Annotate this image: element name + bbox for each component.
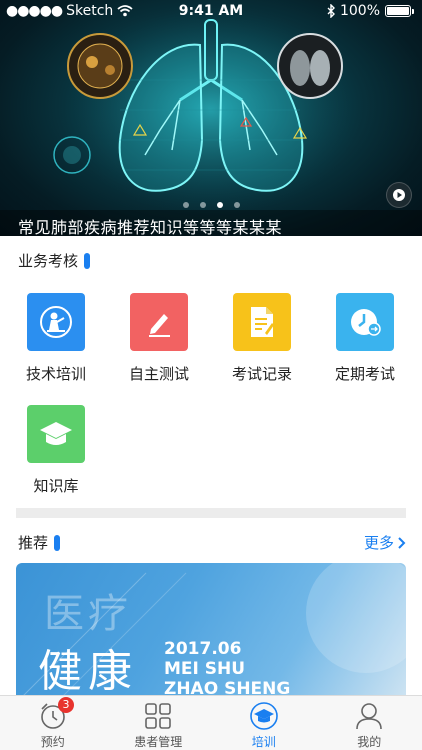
carousel-dot[interactable] [182,202,189,208]
section-marker [54,534,61,551]
tab-patient-management[interactable]: 患者管理 [106,696,212,750]
more-link[interactable]: 更多 [364,532,406,553]
card-date: 2017.06 [164,639,242,659]
document-icon [233,293,291,351]
tab-training[interactable]: 培训 [211,696,317,750]
self-test-label: 自主测试 [128,365,189,383]
graduation-cap-icon [27,405,85,463]
tab-bar: 3 预约 患者管理 培训 我的 [0,695,422,750]
self-test-button[interactable]: 自主测试 [109,293,209,384]
business-section-title: 业务考核 [18,250,91,271]
card-headline-bottom: 健康 [38,646,138,697]
recommend-card[interactable]: 医疗 健康 2017.06 MEI SHU ZHAO SHENG [16,563,406,703]
tab-label: 我的 [357,735,382,749]
chevron-right-icon [398,536,406,549]
battery-icon [385,5,411,17]
section-marker [84,252,91,269]
knowledge-base-label: 知识库 [33,477,79,495]
banner-carousel[interactable]: ●●●●● Sketch 9:41 AM 100% 常见肺部疾病推荐知识等等等某… [0,0,422,236]
carousel-dot[interactable] [233,202,240,208]
grid-icon [145,703,172,729]
bluetooth-icon [327,4,335,18]
scheduled-exam-button[interactable]: 定期考试 [315,293,415,384]
knowledge-base-button[interactable]: 知识库 [6,405,106,496]
recommend-section-title: 推荐 [18,532,61,553]
scheduled-exam-label: 定期考试 [334,365,395,383]
battery-percent: 100% [339,3,380,19]
trainer-icon [27,293,85,351]
graduation-cap-icon [249,702,278,730]
carousel-dot-active[interactable] [216,202,223,208]
tab-label: 培训 [251,735,276,749]
clock-icon [336,293,394,351]
exam-records-label: 考试记录 [231,365,292,383]
play-video-button[interactable] [386,182,412,208]
user-icon [356,703,383,730]
tab-label: 预约 [40,735,65,749]
card-headline-top: 医疗 [44,591,132,637]
lung-illustration [53,5,361,215]
exam-records-button[interactable]: 考试记录 [212,293,312,384]
card-line-1: MEI SHU [164,659,246,679]
banner-caption[interactable]: 常见肺部疾病推荐知识等等等某某某 [18,214,282,236]
pen-icon [130,293,188,351]
tech-training-button[interactable]: 技术培训 [6,293,106,384]
tech-training-label: 技术培训 [25,365,86,383]
status-bar: ●●●●● Sketch 9:41 AM 100% [0,0,422,24]
tab-appointments[interactable]: 3 预约 [0,696,106,750]
section-divider [16,508,406,518]
tab-label: 患者管理 [134,735,183,749]
notification-badge: 3 [58,697,74,713]
play-icon [393,189,405,201]
carousel-indicator [0,202,422,208]
tab-profile[interactable]: 我的 [317,696,422,750]
carousel-dot[interactable] [199,202,206,208]
